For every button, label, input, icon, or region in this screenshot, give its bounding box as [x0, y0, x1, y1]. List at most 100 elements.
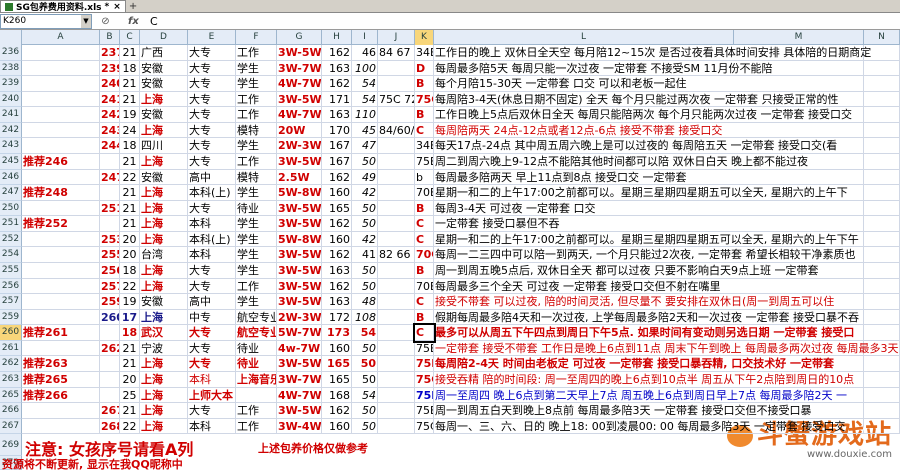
cell-j[interactable]	[378, 356, 415, 372]
cell-b[interactable]: 251	[100, 200, 120, 217]
cell-b[interactable]	[100, 356, 120, 372]
cell-j[interactable]	[378, 107, 415, 123]
column-header-i[interactable]: I	[352, 30, 378, 45]
cell-a[interactable]	[22, 91, 100, 108]
cell-l[interactable]: 星期一和二的上午17:00之前都可以。星期三星期四星期五可以全天, 星期六的上午…	[434, 185, 900, 201]
row-number[interactable]: 267	[0, 418, 22, 435]
cell-f[interactable]: 航空专业	[236, 325, 277, 341]
row-number[interactable]: 240	[0, 91, 22, 108]
cell-e[interactable]: 中专	[188, 309, 236, 326]
cell-c[interactable]: 18	[120, 60, 140, 77]
cell-c[interactable]: 21	[120, 200, 140, 217]
select-all-corner[interactable]	[0, 30, 22, 45]
cell-l[interactable]: 接受不带套 可以过夜, 陪的时间灵活, 但尽量不 要安排在双休日(周一到周五可以…	[434, 294, 900, 310]
close-icon[interactable]: ×	[113, 2, 121, 12]
cell-f[interactable]: 待业	[236, 200, 277, 217]
cell-f[interactable]: 学生	[236, 60, 277, 77]
cell-d[interactable]: 安徽	[140, 76, 188, 92]
cell-h[interactable]: 160	[322, 231, 352, 248]
column-header-m[interactable]: M	[734, 30, 864, 45]
cell-j[interactable]	[378, 340, 415, 357]
cell-l[interactable]: 周一到周五晚5点后, 双休日全天 都可以过夜 只要不影响白天9点上班 一定带套	[434, 263, 900, 279]
cell-c[interactable]: 22	[120, 278, 140, 295]
cell-j[interactable]	[378, 200, 415, 217]
cell-j[interactable]	[378, 76, 415, 92]
cell-j[interactable]	[378, 418, 415, 435]
cell-l[interactable]: 周一到周五白天到晚上8点前 每周最多陪3天 一定带套 接受口交但不接受口暴	[434, 403, 900, 419]
cell-b[interactable]: 255	[100, 247, 120, 263]
cell-i[interactable]: 50	[352, 153, 378, 170]
cell-b[interactable]	[100, 216, 120, 232]
cell-b[interactable]: 268	[100, 418, 120, 435]
cell-k[interactable]: D	[415, 60, 434, 77]
cell-l[interactable]: 工作日晚上5点后双休日全天 每周只能陪两次 每个月只能两次过夜 一定带套 接受口…	[434, 107, 900, 123]
cell-d[interactable]: 上海	[140, 262, 188, 279]
cell-h[interactable]: 162	[322, 169, 352, 186]
cell-j[interactable]	[378, 371, 415, 388]
cell-e[interactable]: 大专	[188, 138, 236, 154]
cell-l[interactable]: 最多可以从周五下午四点到周日下午5点. 如果时间有变动则另选日期 一定带套 接受…	[434, 325, 900, 341]
cell-k[interactable]: 75B	[415, 153, 434, 170]
column-header-h[interactable]: H	[322, 30, 352, 45]
cell-g[interactable]: 3W-5W	[277, 45, 322, 61]
cell-h[interactable]: 170	[322, 122, 352, 139]
cell-e[interactable]: 大专	[188, 76, 236, 92]
cell-e[interactable]: 上师大本	[188, 387, 236, 404]
cell-l[interactable]: 每周最多陪5天 每周只能一次过夜 一定带套 不接受SM 11月份不能陪	[434, 61, 900, 77]
cell-g[interactable]: 5W-7W	[277, 325, 322, 341]
cell-a[interactable]: 推荐266	[22, 387, 100, 404]
cell-l[interactable]: 每个月陪15-30天 一定带套 口交 可以和老板一起住	[434, 76, 900, 92]
cell-f[interactable]: 学生	[236, 294, 277, 310]
cell-g[interactable]: 3W-5W	[277, 91, 322, 108]
cell-h[interactable]: 168	[322, 387, 352, 404]
cell-j[interactable]: 84 67 88	[378, 45, 415, 61]
cell-i[interactable]: 50	[352, 418, 378, 435]
row-number[interactable]: 251	[0, 216, 22, 232]
cell-i[interactable]: 50	[352, 403, 378, 419]
cell-g[interactable]: 3W-5W	[277, 216, 322, 232]
cell-d[interactable]: 上海	[140, 387, 188, 404]
cell-b[interactable]: 240	[100, 76, 120, 92]
cell-c[interactable]: 20	[120, 247, 140, 263]
cell-a[interactable]	[22, 231, 100, 248]
cell-e[interactable]: 大专	[188, 340, 236, 357]
row-number[interactable]: 261	[0, 340, 22, 357]
cell-e[interactable]: 大专	[188, 325, 236, 341]
cell-i[interactable]: 50	[352, 216, 378, 232]
cell-f[interactable]: 学生	[236, 76, 277, 92]
cell-j[interactable]: 84/60/90	[378, 122, 415, 139]
cell-j[interactable]	[378, 278, 415, 295]
cell-g[interactable]: 5W-8W	[277, 231, 322, 248]
row-number[interactable]: 247	[0, 185, 22, 201]
cell-i[interactable]: 49	[352, 169, 378, 186]
cell-a[interactable]	[22, 107, 100, 123]
cell-g[interactable]: 3W-5W	[277, 247, 322, 263]
cell-k[interactable]: 75B	[415, 403, 434, 419]
cell-k[interactable]: 75D	[415, 387, 434, 404]
cell-e[interactable]: 大专	[188, 91, 236, 108]
cell-g[interactable]: 2W-3W	[277, 309, 322, 326]
cell-a[interactable]	[22, 247, 100, 263]
cell-d[interactable]: 武汉	[140, 325, 188, 341]
cell-c[interactable]: 21	[120, 403, 140, 419]
cell-d[interactable]: 台湾	[140, 247, 188, 263]
cell-i[interactable]: 42	[352, 231, 378, 248]
cell-b[interactable]	[100, 185, 120, 201]
cell-k[interactable]: 75C	[415, 371, 434, 388]
cell-c[interactable]: 18	[120, 138, 140, 154]
cell-c[interactable]: 21	[120, 45, 140, 61]
column-header-c[interactable]: C	[120, 30, 140, 45]
cell-i[interactable]: 42	[352, 185, 378, 201]
cell-b[interactable]: 247	[100, 169, 120, 186]
cell-a[interactable]: 推荐261	[22, 325, 100, 341]
cell-a[interactable]: 推荐265	[22, 371, 100, 388]
cell-i[interactable]: 46	[352, 45, 378, 61]
cell-k[interactable]: 70C	[415, 247, 434, 263]
row-number[interactable]: 250	[0, 200, 22, 217]
column-header-n[interactable]: N	[864, 30, 900, 45]
cell-b[interactable]: 256	[100, 262, 120, 279]
cell-j[interactable]	[378, 138, 415, 154]
cell-k[interactable]: C	[415, 294, 434, 310]
cell-d[interactable]: 上海	[140, 403, 188, 419]
cell-b[interactable]: 267	[100, 403, 120, 419]
